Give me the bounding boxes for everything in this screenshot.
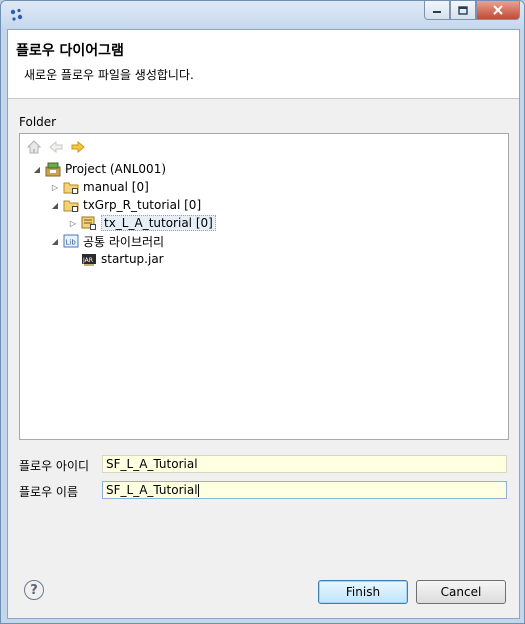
svg-text:Lib: Lib <box>66 239 77 247</box>
expanded-triangle-icon[interactable]: ◢ <box>50 237 60 246</box>
folder-label: Folder <box>19 115 57 129</box>
eclipse-dots-icon <box>9 7 25 23</box>
expanded-triangle-icon[interactable]: ◢ <box>32 165 42 174</box>
tree-node-label: startup.jar <box>101 252 164 266</box>
collapsed-triangle-icon[interactable]: ▷ <box>68 219 78 228</box>
finish-button[interactable]: Finish <box>318 580 408 604</box>
flow-name-value: SF_L_A_Tutorial <box>106 483 198 497</box>
help-icon[interactable]: ? <box>24 580 44 600</box>
wizard-header: 플로우 다이어그램 새로운 플로우 파일을 생성합니다. <box>8 30 519 99</box>
cancel-button[interactable]: Cancel <box>416 580 506 604</box>
package-folder-icon <box>63 197 79 213</box>
text-caret <box>197 484 199 497</box>
dialog-client-area: 플로우 다이어그램 새로운 플로우 파일을 생성합니다. Folder ◢ Pr… <box>7 29 520 619</box>
jar-icon: JAR <box>81 251 97 267</box>
forward-arrow-icon[interactable] <box>70 139 86 155</box>
back-arrow-icon[interactable] <box>48 139 64 155</box>
minimize-button[interactable] <box>424 1 450 20</box>
flow-id-input[interactable]: SF_L_A_Tutorial <box>102 455 507 473</box>
wizard-message: 새로운 플로우 파일을 생성합니다. <box>24 68 194 82</box>
close-button[interactable] <box>476 1 520 20</box>
flow-id-label: 플로우 아이디 <box>19 459 90 473</box>
tree-node-label: 공통 라이브러리 <box>83 234 165 249</box>
tree-node-label: tx_L_A_tutorial [0] <box>101 215 216 231</box>
tree-node-label: txGrp_R_tutorial [0] <box>83 198 202 212</box>
tree-node-project[interactable]: ◢ Project (ANL001) <box>32 160 166 178</box>
button-bar: ? Finish Cancel <box>8 570 519 618</box>
home-icon[interactable] <box>26 139 42 155</box>
wizard-window: 플로우 다이어그램 새로운 플로우 파일을 생성합니다. Folder ◢ Pr… <box>0 0 525 624</box>
caption-buttons <box>424 1 520 20</box>
flow-id-value: SF_L_A_Tutorial <box>106 457 198 471</box>
tree-node-manual[interactable]: ▷ manual [0] <box>50 178 149 196</box>
project-icon <box>45 161 61 177</box>
flow-name-label: 플로우 이름 <box>19 485 79 499</box>
tree-node-label: manual [0] <box>83 180 149 194</box>
tree-node-txgrp[interactable]: ◢ txGrp_R_tutorial [0] <box>50 196 201 214</box>
tree-node-startup-jar[interactable]: JAR startup.jar <box>81 250 164 268</box>
folder-tree[interactable]: ◢ Project (ANL001) ▷ manual [0] ◢ txGrp_… <box>19 133 509 440</box>
tree-node-label: Project (ANL001) <box>65 162 167 176</box>
tree-node-common-library[interactable]: ◢ Lib 공통 라이브러리 <box>50 232 164 250</box>
svg-text:JAR: JAR <box>82 257 93 264</box>
collapsed-triangle-icon[interactable]: ▷ <box>50 183 60 192</box>
transaction-icon <box>81 215 97 231</box>
title-bar[interactable] <box>1 1 524 28</box>
wizard-title: 플로우 다이어그램 <box>16 43 124 59</box>
tree-toolbar <box>26 139 86 155</box>
library-icon: Lib <box>63 233 79 249</box>
maximize-button[interactable] <box>450 1 476 20</box>
flow-name-input[interactable]: SF_L_A_Tutorial <box>102 481 507 499</box>
tree-node-tx-l-a-tutorial[interactable]: ▷ tx_L_A_tutorial [0] <box>68 214 216 232</box>
package-folder-icon <box>63 179 79 195</box>
expanded-triangle-icon[interactable]: ◢ <box>50 201 60 210</box>
